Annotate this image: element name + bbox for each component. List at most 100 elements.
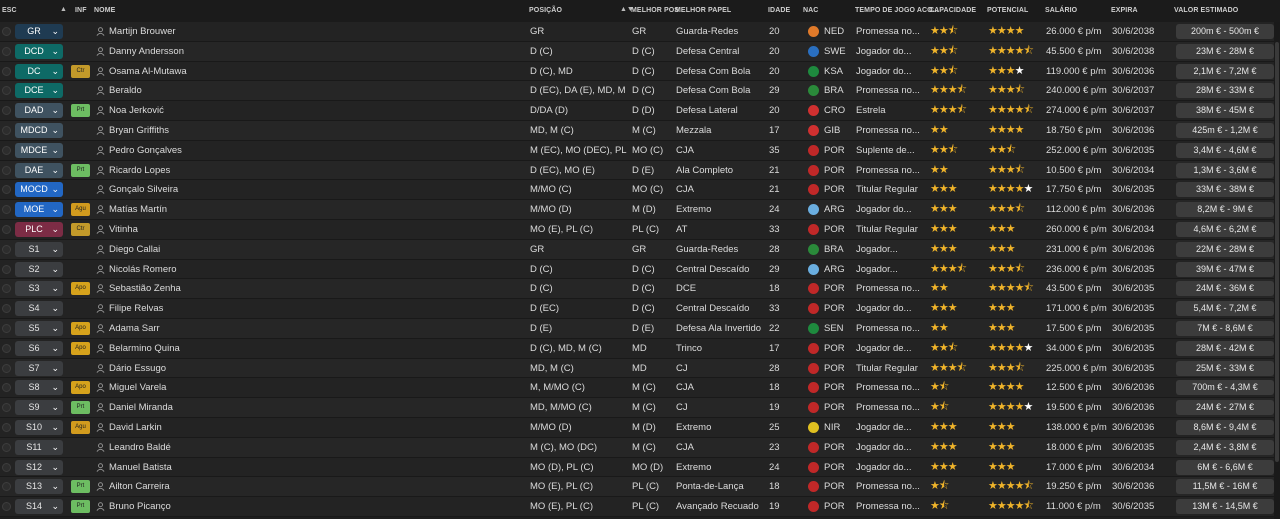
row-select-radio[interactable] bbox=[2, 502, 11, 512]
player-name[interactable]: Noa Jerković bbox=[109, 101, 519, 120]
col-header-nac[interactable]: NAC bbox=[803, 7, 818, 14]
player-name[interactable]: Pedro Gonçalves bbox=[109, 141, 519, 160]
row-select-radio[interactable] bbox=[2, 343, 11, 353]
position-selector[interactable]: S1 ⌄ bbox=[15, 241, 63, 257]
table-row[interactable]: MDCD ⌄ Bryan Griffiths MD, M (C) M (C) Mezzal… bbox=[0, 121, 1280, 141]
table-row[interactable]: S1 ⌄ Diego Callai GR GR Guarda-Redes 28 BRA Joga… bbox=[0, 239, 1280, 260]
player-name[interactable]: Adama Sarr bbox=[109, 319, 519, 338]
row-select-radio[interactable] bbox=[2, 205, 11, 215]
player-name[interactable]: Vitinha bbox=[109, 220, 519, 239]
table-row[interactable]: GR ⌄ Martijn Brouwer GR GR Guarda-Redes 20 NED P… bbox=[0, 22, 1280, 42]
player-name[interactable]: Daniel Miranda bbox=[109, 398, 519, 417]
position-selector[interactable]: S3 ⌄ bbox=[15, 281, 63, 297]
position-selector[interactable]: S9 ⌄ bbox=[15, 400, 63, 416]
position-selector[interactable]: S7 ⌄ bbox=[15, 360, 63, 376]
table-row[interactable]: S8 ⌄ Apo Miguel Varela M, M/MO (C) M (C) CJA 18… bbox=[0, 378, 1280, 399]
row-select-radio[interactable] bbox=[2, 165, 11, 175]
player-name[interactable]: Manuel Batista bbox=[109, 458, 519, 477]
player-name[interactable]: Osama Al-Mutawa bbox=[109, 62, 519, 81]
col-header-expira[interactable]: EXPIRA bbox=[1111, 7, 1138, 14]
col-header-tempo[interactable]: TEMPO DE JOGO ACO... bbox=[855, 7, 939, 14]
table-row[interactable]: S5 ⌄ Apo Adama Sarr D (E) D (E) Defesa Ala Inv… bbox=[0, 319, 1280, 339]
table-row[interactable]: S10 ⌄ Agu David Larkin M/MO (D) M (D) Extremo 2… bbox=[0, 418, 1280, 438]
table-row[interactable]: S9 ⌄ Prt Daniel Miranda MD, M/MO (C) M (C) CJ 1… bbox=[0, 398, 1280, 418]
row-select-radio[interactable] bbox=[2, 46, 11, 56]
table-row[interactable]: S12 ⌄ Manuel Batista MO (D), PL (C) MO (D) Ex… bbox=[0, 457, 1280, 478]
col-header-melhor-pos[interactable]: MELHOR POS bbox=[631, 7, 679, 14]
position-selector[interactable]: MDCE ⌄ bbox=[15, 142, 63, 158]
row-select-radio[interactable] bbox=[2, 363, 11, 373]
player-name[interactable]: David Larkin bbox=[109, 418, 519, 437]
table-row[interactable]: S13 ⌄ Prt Ailton Carreira MO (E), PL (C) PL (… bbox=[0, 477, 1280, 498]
row-select-radio[interactable] bbox=[2, 185, 11, 195]
position-selector[interactable]: S8 ⌄ bbox=[15, 380, 63, 396]
table-row[interactable]: PLC ⌄ Ctr Vitinha MO (E), PL (C) PL (C) AT 33 PO… bbox=[0, 220, 1280, 240]
row-select-radio[interactable] bbox=[2, 462, 11, 472]
position-selector[interactable]: DAE ⌄ bbox=[15, 162, 63, 178]
position-selector[interactable]: DCD ⌄ bbox=[15, 43, 63, 59]
row-select-radio[interactable] bbox=[2, 383, 11, 393]
row-select-radio[interactable] bbox=[2, 225, 11, 234]
table-row[interactable]: DCD ⌄ Danny Andersson D (C) D (C) Defesa Cent… bbox=[0, 41, 1280, 62]
player-name[interactable]: Sebastião Zenha bbox=[109, 279, 519, 298]
vertical-scrollbar[interactable] bbox=[1274, 22, 1280, 519]
position-selector[interactable]: S13 ⌄ bbox=[15, 479, 63, 495]
row-select-radio[interactable] bbox=[2, 442, 11, 452]
row-select-radio[interactable] bbox=[2, 324, 11, 333]
table-row[interactable]: S11 ⌄ Leandro Baldé M (C), MO (DC) M (C) CJA 2… bbox=[0, 437, 1280, 458]
player-name[interactable]: Filipe Relvas bbox=[109, 299, 519, 318]
col-header-esc[interactable]: ESC bbox=[2, 7, 17, 14]
row-select-radio[interactable] bbox=[2, 423, 11, 432]
position-selector[interactable]: S4 ⌄ bbox=[15, 301, 63, 317]
player-name[interactable]: Gonçalo Silveira bbox=[109, 180, 519, 199]
col-header-salario[interactable]: SALÁRIO bbox=[1045, 7, 1077, 14]
table-row[interactable]: S3 ⌄ Apo Sebastião Zenha D (C) D (C) DCE 18 POR P… bbox=[0, 279, 1280, 300]
position-selector[interactable]: S5 ⌄ bbox=[15, 321, 63, 336]
table-row[interactable]: DC ⌄ Ctr Osama Al-Mutawa D (C), MD D (C) Defes… bbox=[0, 61, 1280, 82]
position-selector[interactable]: PLC ⌄ bbox=[15, 222, 63, 237]
player-name[interactable]: Diego Callai bbox=[109, 240, 519, 259]
player-name[interactable]: Beraldo bbox=[109, 81, 519, 100]
scrollbar-thumb[interactable] bbox=[1275, 42, 1279, 462]
table-row[interactable]: DAD ⌄ Prt Noa Jerković D/DA (D) D (D) Defesa L… bbox=[0, 101, 1280, 121]
table-row[interactable]: DCE ⌄ Beraldo D (EC), DA (E), MD, M (C) D (C… bbox=[0, 81, 1280, 102]
table-row[interactable]: S6 ⌄ Apo Belarmino Quina D (C), MD, M (C) MD T… bbox=[0, 338, 1280, 359]
position-selector[interactable]: MOCD ⌄ bbox=[15, 182, 63, 198]
table-row[interactable]: DAE ⌄ Prt Ricardo Lopes D (EC), MO (E) D (E) A… bbox=[0, 160, 1280, 181]
row-select-radio[interactable] bbox=[2, 86, 11, 96]
position-selector[interactable]: S11 ⌄ bbox=[15, 439, 63, 455]
col-header-melhor-papel[interactable]: MELHOR PAPEL bbox=[675, 7, 731, 14]
row-select-radio[interactable] bbox=[2, 403, 11, 413]
position-selector[interactable]: GR ⌄ bbox=[15, 24, 63, 39]
position-selector[interactable]: S10 ⌄ bbox=[15, 420, 63, 435]
player-name[interactable]: Leandro Baldé bbox=[109, 438, 519, 457]
position-selector[interactable]: DAD ⌄ bbox=[15, 103, 63, 119]
table-row[interactable]: MOCD ⌄ Gonçalo Silveira M/MO (C) MO (C) CJA 21… bbox=[0, 180, 1280, 201]
player-name[interactable]: Martijn Brouwer bbox=[109, 22, 519, 41]
row-select-radio[interactable] bbox=[2, 284, 11, 294]
position-selector[interactable]: DCE ⌄ bbox=[15, 83, 63, 99]
position-selector[interactable]: DC ⌄ bbox=[15, 63, 63, 79]
row-select-radio[interactable] bbox=[2, 126, 11, 135]
row-select-radio[interactable] bbox=[2, 482, 11, 492]
table-row[interactable]: S2 ⌄ Nicolás Romero D (C) D (C) Central Desca… bbox=[0, 259, 1280, 280]
table-row[interactable]: MDCE ⌄ Pedro Gonçalves M (EC), MO (DEC), PL… bbox=[0, 140, 1280, 161]
col-header-capacidade[interactable]: CAPACIDADE bbox=[929, 7, 976, 14]
player-name[interactable]: Miguel Varela bbox=[109, 378, 519, 397]
row-select-radio[interactable] bbox=[2, 244, 11, 254]
row-select-radio[interactable] bbox=[2, 27, 11, 36]
col-header-nome[interactable]: NOME bbox=[94, 7, 115, 14]
position-selector[interactable]: S2 ⌄ bbox=[15, 261, 63, 277]
player-name[interactable]: Belarmino Quina bbox=[109, 339, 519, 358]
position-selector[interactable]: S12 ⌄ bbox=[15, 459, 63, 475]
player-name[interactable]: Matías Martín bbox=[109, 200, 519, 219]
col-header-idade[interactable]: IDADE bbox=[768, 7, 790, 14]
player-name[interactable]: Nicolás Romero bbox=[109, 260, 519, 279]
player-name[interactable]: Danny Andersson bbox=[109, 42, 519, 61]
table-row[interactable]: S7 ⌄ Dário Essugo MD, M (C) MD CJ 28 POR Titular… bbox=[0, 358, 1280, 379]
player-name[interactable]: Ricardo Lopes bbox=[109, 161, 519, 180]
position-selector[interactable]: S6 ⌄ bbox=[15, 340, 63, 356]
player-name[interactable]: Bryan Griffiths bbox=[109, 121, 519, 140]
table-row[interactable]: S14 ⌄ Prt Bruno Picanço MO (E), PL (C) PL (C)… bbox=[0, 497, 1280, 517]
col-header-posicao[interactable]: POSIÇÃO bbox=[529, 7, 562, 14]
